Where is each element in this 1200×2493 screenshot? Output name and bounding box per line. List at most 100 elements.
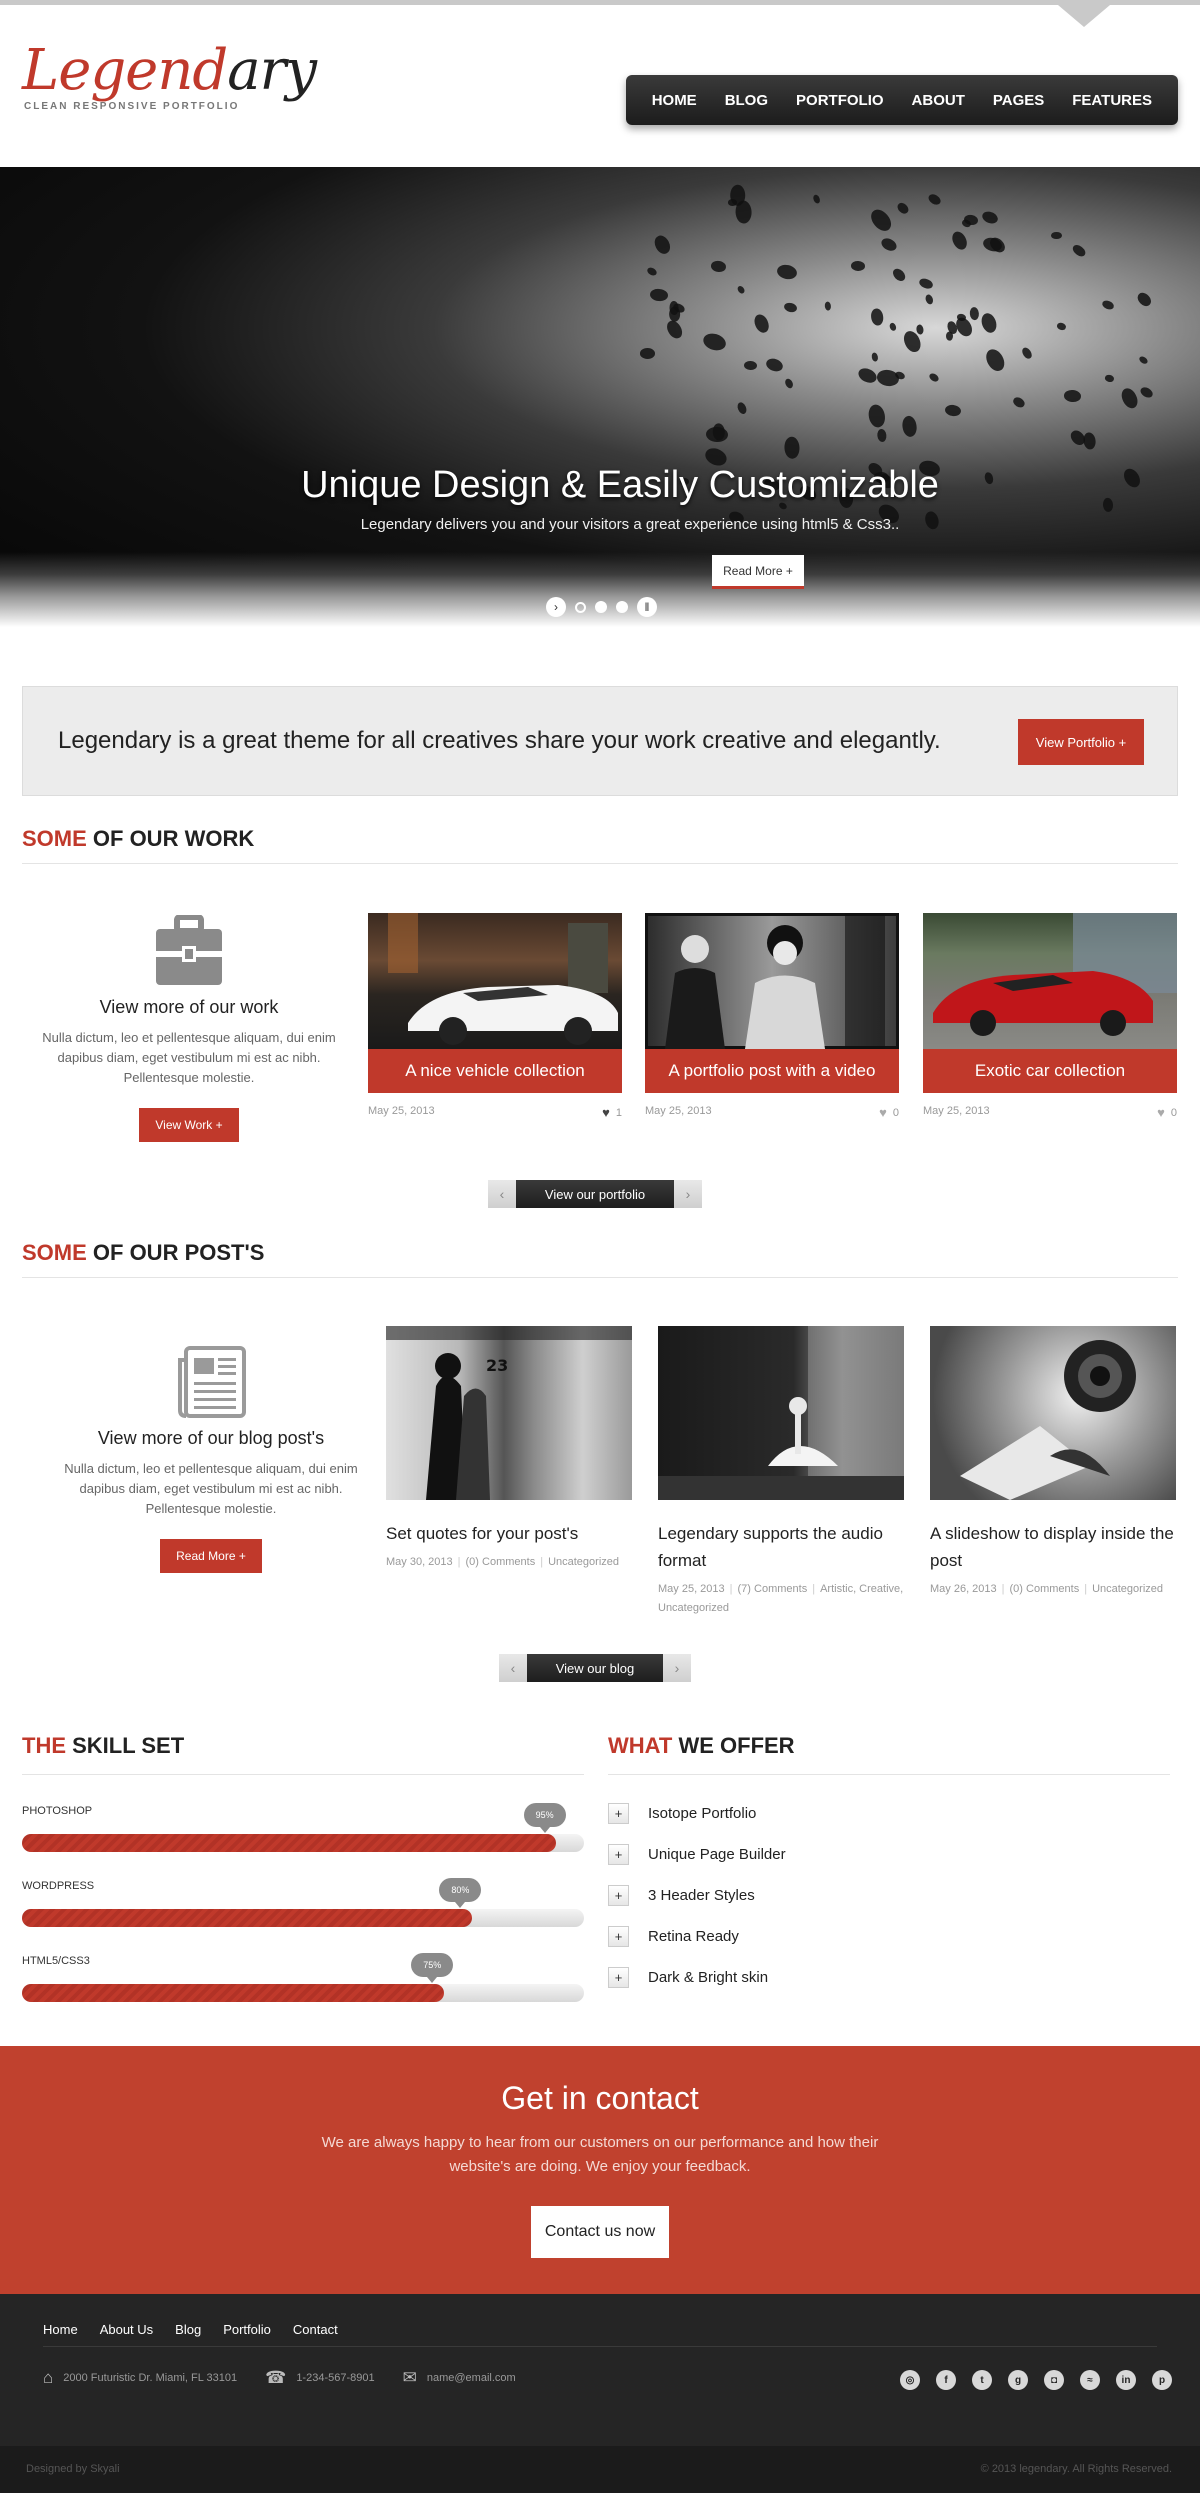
work-likes-3[interactable]: ♥ 0 [1157,1105,1177,1120]
work-caption-3[interactable]: Exotic car collection [923,1049,1177,1093]
skill-wordpress: WORDPRESS 80% [22,1878,584,1927]
post-thumb-2[interactable] [658,1326,904,1500]
offer-item-5[interactable]: + Dark & Bright skin [608,1967,768,1988]
work-thumb-2[interactable] [645,913,899,1049]
plus-icon[interactable]: + [608,1967,629,1988]
plus-icon[interactable]: + [608,1885,629,1906]
work-likes-count-2: 0 [892,1106,899,1119]
footer-link-portfolio[interactable]: Portfolio [223,2322,271,2337]
nav-about[interactable]: ABOUT [898,92,979,109]
pinterest-icon[interactable]: p [1152,2370,1172,2390]
posts-divider [22,1277,1178,1278]
newspaper-icon [176,1346,246,1418]
hero-read-more-button[interactable]: Read More + [712,555,804,589]
post-date-3: May 26, 2013 [930,1583,997,1595]
slider-dot-3[interactable] [616,601,628,613]
work-date-2: May 25, 2013 [645,1105,712,1117]
offer-label-4[interactable]: Retina Ready [648,1928,739,1945]
work-caption-2[interactable]: A portfolio post with a video [645,1049,899,1093]
pager-prev-icon[interactable]: ‹ [488,1180,516,1208]
work-item-2[interactable]: A portfolio post with a video May 25, 20… [645,913,899,1120]
footer-link-about[interactable]: About Us [100,2322,153,2337]
heart-icon[interactable]: ♥ [602,1105,610,1120]
post-item-3[interactable]: A slideshow to display inside the post M… [930,1326,1176,1599]
slider-pause-icon[interactable]: ‖ [637,597,657,617]
offer-label-2[interactable]: Unique Page Builder [648,1846,786,1863]
skills-section-title: THE SKILL SET [22,1733,184,1759]
view-work-button[interactable]: View Work + [139,1108,239,1142]
work-title-rest: OF OUR WORK [86,826,255,851]
post-cats-1[interactable]: Uncategorized [548,1556,619,1568]
nav-blog[interactable]: BLOG [711,92,782,109]
post-comments-2[interactable]: (7) Comments [738,1583,808,1595]
post-thumb-3[interactable] [930,1326,1176,1500]
offer-item-3[interactable]: +3 Header Styles [608,1885,755,1906]
offer-label-5[interactable]: Dark & Bright skin [648,1969,768,1986]
slider-dot-2[interactable] [595,601,607,613]
post-title-1[interactable]: Set quotes for your post's [386,1520,632,1547]
pager-next-icon[interactable]: › [674,1180,702,1208]
plus-icon[interactable]: + [608,1926,629,1947]
footer-link-home[interactable]: Home [43,2322,78,2337]
footer-email[interactable]: name@email.com [427,2372,516,2384]
skill-photoshop: PHOTOSHOP 95% [22,1803,584,1852]
post-comments-3[interactable]: (0) Comments [1010,1583,1080,1595]
instagram-icon[interactable]: ◘ [1044,2370,1064,2390]
googleplus-icon[interactable]: g [1008,2370,1028,2390]
post-title-2[interactable]: Legendary supports the audio format [658,1520,904,1574]
blog-pager-prev-icon[interactable]: ‹ [499,1654,527,1682]
plus-icon[interactable]: + [608,1844,629,1865]
offer-item-1[interactable]: + Isotope Portfolio [608,1803,756,1824]
plus-icon[interactable]: + [608,1803,629,1824]
post-item-2[interactable]: Legendary supports the audio format May … [658,1326,904,1618]
leopard-spot [1063,389,1081,403]
work-thumb-1[interactable] [368,913,622,1049]
post-thumb-1[interactable]: 23 [386,1326,632,1500]
work-thumb-3[interactable] [923,913,1177,1049]
leopard-spot [783,436,800,459]
twitter-icon[interactable]: t [972,2370,992,2390]
posts-read-more-button[interactable]: Read More + [160,1539,262,1573]
blog-pager-next-icon[interactable]: › [663,1654,691,1682]
heart-icon[interactable]: ♥ [879,1105,887,1120]
offer-label-3[interactable]: 3 Header Styles [648,1887,755,1904]
slider-next-icon[interactable]: › [546,597,566,617]
dribbble-icon[interactable]: ◎ [900,2370,920,2390]
post-comments-1[interactable]: (0) Comments [466,1556,536,1568]
post-item-1[interactable]: 23 Set quotes for your post's May 30, 20… [386,1326,632,1572]
nav-pages[interactable]: PAGES [979,92,1058,109]
work-item-1[interactable]: A nice vehicle collection May 25, 2013 ♥ 1 [368,913,622,1120]
page: Legendary CLEAN RESPONSIVE PORTFOLIO HOM… [0,0,1200,2493]
footer-phone: 1-234-567-8901 [296,2372,375,2384]
nav-home[interactable]: HOME [638,92,711,109]
skill-name-1: PHOTOSHOP [22,1805,93,1817]
post-title-3[interactable]: A slideshow to display inside the post [930,1520,1176,1574]
post-meta-3: May 26, 2013 | (0) Comments | Uncategorized [930,1583,1163,1595]
leopard-spot [945,331,953,341]
offer-item-2[interactable]: + Unique Page Builder [608,1844,786,1865]
facebook-icon[interactable]: f [936,2370,956,2390]
work-likes-2[interactable]: ♥ 0 [879,1105,899,1120]
view-our-blog-button[interactable]: View our blog [527,1654,663,1682]
callout-text: Legendary is a great theme for all creat… [58,727,941,754]
logo[interactable]: Legendary CLEAN RESPONSIVE PORTFOLIO [22,41,317,113]
view-our-portfolio-button[interactable]: View our portfolio [516,1180,674,1208]
work-likes-1[interactable]: ♥ 1 [602,1105,622,1120]
work-item-3[interactable]: Exotic car collection May 25, 2013 ♥ 0 [923,913,1177,1120]
nav-features[interactable]: FEATURES [1058,92,1166,109]
offer-item-4[interactable]: + Retina Ready [608,1926,739,1947]
work-caption-1[interactable]: A nice vehicle collection [368,1049,622,1093]
view-portfolio-button[interactable]: View Portfolio + [1018,719,1144,765]
contact-us-button[interactable]: Contact us now [531,2206,669,2258]
offer-label-1[interactable]: Isotope Portfolio [648,1805,756,1822]
post-cats-3[interactable]: Uncategorized [1092,1583,1163,1595]
rss-icon[interactable]: ≈ [1080,2370,1100,2390]
heart-icon[interactable]: ♥ [1157,1105,1165,1120]
work-divider [22,863,1178,864]
footer-link-blog[interactable]: Blog [175,2322,201,2337]
footer: Home About Us Blog Portfolio Contact ⌂ 20… [0,2294,1200,2446]
linkedin-icon[interactable]: in [1116,2370,1136,2390]
footer-link-contact[interactable]: Contact [293,2322,338,2337]
nav-portfolio[interactable]: PORTFOLIO [782,92,898,109]
slider-dot-1[interactable] [575,601,586,613]
